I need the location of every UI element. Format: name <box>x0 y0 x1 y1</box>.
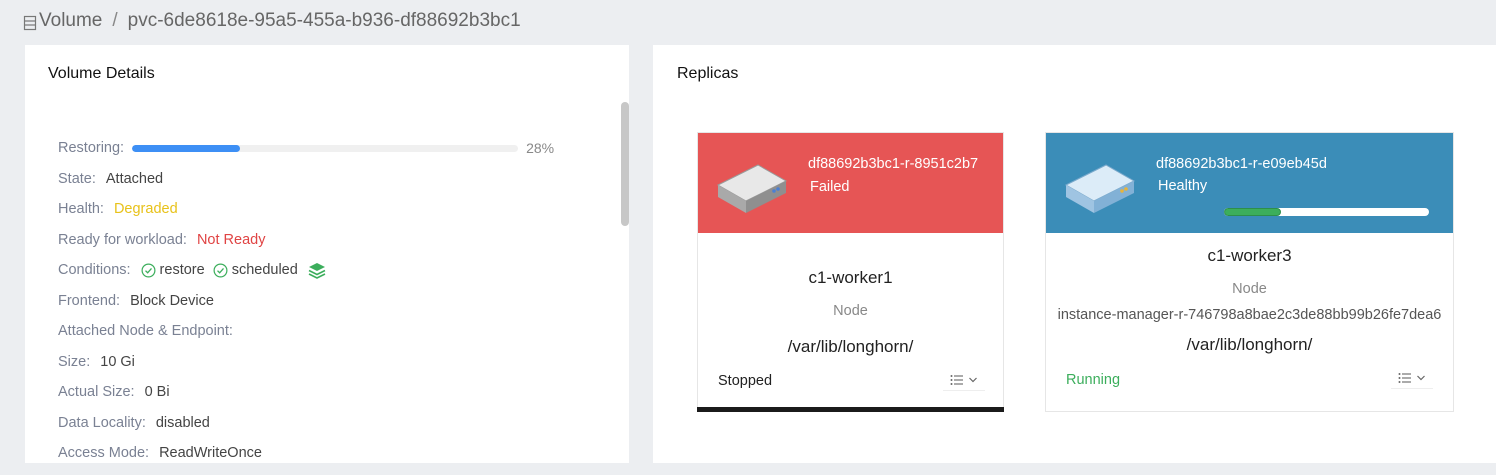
state-value: Attached <box>105 170 164 187</box>
replica-mode: Healthy <box>1158 178 1208 194</box>
breadcrumb-separator: / <box>112 10 118 31</box>
restoring-progress-fill <box>132 144 241 152</box>
replica-path: /var/lib/longhorn/ <box>1186 335 1313 354</box>
list-icon <box>950 374 963 385</box>
health-label: Health: <box>58 201 104 218</box>
frontend-label: Frontend: <box>58 292 121 309</box>
conditions-row: Conditions: restore scheduled <box>58 255 578 286</box>
attached-node-row: Attached Node & Endpoint: <box>58 316 578 347</box>
replica-card-healthy[interactable]: df88692b3bc1-r-e09eb45d Healthy c1-worke… <box>1045 132 1454 412</box>
replica-rebuild-progress-fill <box>1224 208 1282 216</box>
replica-header: df88692b3bc1-r-e09eb45d Healthy <box>1046 133 1453 233</box>
actual-size-value: 0 Bi <box>144 384 170 401</box>
volume-icon <box>23 15 37 30</box>
breadcrumb-current: pvc-6de8618e-95a5-455a-b936-df88692b3bc1 <box>127 10 521 31</box>
details-scrollbar[interactable] <box>621 102 629 226</box>
conditions-label: Conditions: <box>58 262 131 279</box>
replicas-panel: Replicas df88692b3bc1-r-8951c2b7 Failed … <box>653 45 1496 463</box>
replica-mode: Failed <box>810 179 850 195</box>
replica-node-label: Node <box>1232 281 1267 297</box>
replica-card-failed[interactable]: df88692b3bc1-r-8951c2b7 Failed c1-worker… <box>697 132 1004 412</box>
restoring-progress-bar <box>132 144 519 152</box>
workload-label: Ready for workload: <box>58 231 187 248</box>
replica-status: Running <box>1066 372 1121 388</box>
condition-scheduled[interactable]: scheduled <box>213 262 298 278</box>
data-locality-row: Data Locality: disabled <box>58 408 578 439</box>
data-locality-label: Data Locality: <box>58 414 146 431</box>
volume-details-title: Volume Details <box>48 65 155 82</box>
replica-actions-menu[interactable] <box>1391 367 1433 389</box>
replica-status: Stopped <box>718 373 773 389</box>
condition-restore[interactable]: restore <box>141 262 205 278</box>
frontend-row: Frontend: Block Device <box>58 286 578 317</box>
workload-value: Not Ready <box>196 231 266 248</box>
chevron-down-icon <box>969 377 977 382</box>
size-value: 10 Gi <box>100 353 135 370</box>
restoring-label: Restoring: <box>58 140 125 157</box>
breadcrumb-volume-link[interactable]: Volume <box>39 10 102 32</box>
workload-row: Ready for workload: Not Ready <box>58 225 578 256</box>
health-value: Degraded <box>113 201 178 218</box>
replica-actions-menu[interactable] <box>943 369 985 391</box>
replica-node-name: c1-worker1 <box>808 268 893 287</box>
state-label: State: <box>58 170 96 187</box>
attached-node-label: Attached Node & Endpoint: <box>58 323 233 340</box>
restoring-row: Restoring: 28% <box>58 133 578 164</box>
replica-name: df88692b3bc1-r-e09eb45d <box>1156 156 1327 172</box>
actual-size-row: Actual Size: 0 Bi <box>58 377 578 408</box>
health-row: Health: Degraded <box>58 194 578 225</box>
replica-bottom-bar <box>697 407 1004 412</box>
replica-body: c1-worker3 Node instance-manager-r-74679… <box>1046 246 1453 355</box>
restoring-percent: 28% <box>526 140 555 157</box>
layers-icon[interactable] <box>308 262 326 279</box>
replica-node-name: c1-worker3 <box>1207 246 1292 265</box>
replica-path: /var/lib/longhorn/ <box>787 337 914 356</box>
volume-details-list: Restoring: 28% State: Attached Health: D… <box>58 133 578 463</box>
replica-rebuild-progress-bar <box>1224 208 1429 216</box>
replica-instance-manager: instance-manager-r-746798a8bae2c3de88bb9… <box>1057 307 1442 323</box>
access-mode-row: Access Mode: ReadWriteOnce <box>58 438 578 463</box>
data-locality-value: disabled <box>155 414 210 431</box>
disk-icon <box>1064 164 1136 213</box>
disk-icon <box>716 164 788 213</box>
replica-node-label: Node <box>833 303 868 319</box>
actual-size-label: Actual Size: <box>58 384 135 401</box>
replicas-title: Replicas <box>677 65 739 82</box>
check-circle-icon <box>213 263 228 278</box>
access-mode-label: Access Mode: <box>58 445 150 462</box>
frontend-value: Block Device <box>130 292 214 309</box>
replica-header: df88692b3bc1-r-8951c2b7 Failed <box>698 133 1003 233</box>
breadcrumb: Volume / pvc-6de8618e-95a5-455a-b936-df8… <box>23 8 521 34</box>
replica-body: c1-worker1 Node /var/lib/longhorn/ <box>698 268 1003 357</box>
chevron-down-icon <box>1417 375 1425 380</box>
access-mode-value: ReadWriteOnce <box>159 445 262 462</box>
volume-details-panel: Volume Details Restoring: 28% State: Att… <box>25 45 629 463</box>
state-row: State: Attached <box>58 164 578 195</box>
size-row: Size: 10 Gi <box>58 347 578 378</box>
list-icon <box>1398 372 1411 383</box>
condition-restore-label: restore <box>159 262 205 279</box>
size-label: Size: <box>58 353 91 370</box>
condition-scheduled-label: scheduled <box>231 262 298 279</box>
check-circle-icon <box>141 263 156 278</box>
replica-name: df88692b3bc1-r-8951c2b7 <box>808 156 979 172</box>
